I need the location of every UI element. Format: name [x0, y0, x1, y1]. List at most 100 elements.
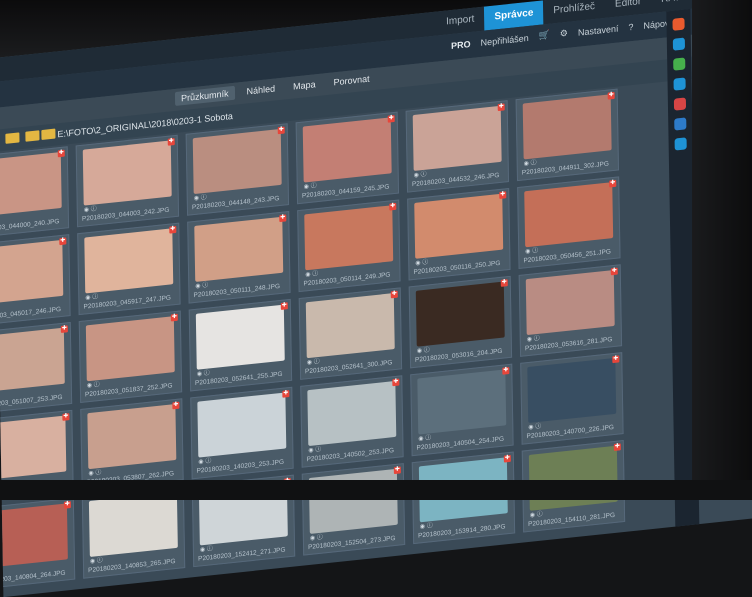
- thumbnail[interactable]: ✚ ◉ ⓘ P20180203_140203_253.JPG: [190, 386, 294, 480]
- thumbnail-image[interactable]: [304, 205, 394, 271]
- thumbnail-image[interactable]: [82, 140, 172, 206]
- settings-button[interactable]: Nastavení: [578, 23, 619, 37]
- thumbnail[interactable]: ✚ ◉ ⓘ P20180203_140504_254.JPG: [410, 363, 514, 457]
- compare-button[interactable]: Porovnat: [327, 71, 375, 90]
- thumbnail-image[interactable]: [197, 392, 287, 458]
- thumbnail-image[interactable]: [305, 293, 395, 359]
- thumbnail[interactable]: ✚ ◉ ⓘ P20180203_044159_245.JPG: [295, 111, 400, 205]
- thumbnail[interactable]: ✚ ◉ ⓘ P20180203_044148_243.JPG: [185, 123, 290, 216]
- thumbnail-image[interactable]: [0, 327, 65, 393]
- thumbnail-image[interactable]: [307, 380, 397, 447]
- tag-icon[interactable]: ✚: [390, 290, 398, 299]
- tag-icon[interactable]: ✚: [170, 313, 178, 322]
- app-icon[interactable]: [673, 97, 687, 111]
- thumbnail[interactable]: ✚ ◉ ⓘ P20180203_152504_273.JPG: [301, 463, 406, 556]
- thumbnail-image[interactable]: [527, 357, 617, 423]
- thumbnail[interactable]: ✚ ◉ ⓘ P20180203_052641_255.JPG: [188, 298, 293, 392]
- tag-icon[interactable]: ✚: [613, 443, 621, 452]
- map-button[interactable]: Mapa: [287, 77, 322, 95]
- app-icon[interactable]: [674, 117, 687, 131]
- thumbnail-image[interactable]: [0, 503, 68, 569]
- tag-icon[interactable]: ✚: [63, 501, 71, 509]
- thumbnail[interactable]: ✚ ◉ ⓘ P20180203_051837_252.JPG: [78, 310, 183, 404]
- folder-icon[interactable]: [5, 132, 20, 144]
- tag-icon[interactable]: ✚: [279, 214, 287, 223]
- thumbnail-image[interactable]: [0, 152, 62, 218]
- tag-icon[interactable]: ✚: [277, 126, 285, 135]
- tag-icon[interactable]: ✚: [282, 390, 290, 398]
- tag-icon[interactable]: ✚: [503, 454, 511, 463]
- thumbnail[interactable]: ✚ ◉ ⓘ P20180203_140700_226.JPG: [520, 352, 624, 445]
- app-icon[interactable]: [672, 17, 685, 31]
- app-icon[interactable]: [673, 57, 686, 71]
- tag-icon[interactable]: ✚: [169, 225, 177, 234]
- tag-icon[interactable]: ✚: [502, 366, 510, 375]
- tag-icon[interactable]: ✚: [387, 114, 395, 123]
- thumbnail[interactable]: ✚◉ ⓘP20180203_044000_240.JPG: [0, 146, 70, 239]
- thumbnail[interactable]: ✚ ◉ ⓘ P20180203_044532_246.JPG: [405, 100, 510, 193]
- thumbnail-image[interactable]: [0, 239, 64, 306]
- thumbnail-image[interactable]: [308, 468, 398, 534]
- tag-icon[interactable]: ✚: [500, 279, 508, 287]
- thumbnail-image[interactable]: [302, 117, 392, 183]
- thumbnail-image[interactable]: [525, 270, 615, 336]
- thumbnail-image[interactable]: [522, 94, 612, 160]
- thumbnail-image[interactable]: [528, 445, 618, 511]
- thumbnail[interactable]: ✚ ◉ ⓘ P20180203_045917_247.JPG: [77, 222, 181, 316]
- app-icon[interactable]: [672, 37, 686, 51]
- app-icon[interactable]: [674, 137, 687, 151]
- tag-icon[interactable]: ✚: [57, 149, 65, 158]
- thumbnail[interactable]: ✚ ◉ ⓘ P20180203_044911_302.JPG: [515, 88, 620, 182]
- thumbnail[interactable]: ✚ ◉ ⓘ P20180203_050111_248.JPG: [187, 211, 291, 304]
- tag-icon[interactable]: ✚: [610, 267, 618, 276]
- tag-icon[interactable]: ✚: [607, 91, 615, 100]
- thumbnail-image[interactable]: [88, 491, 178, 558]
- thumbnail-image[interactable]: [412, 105, 502, 171]
- thumbnail-image[interactable]: [87, 404, 177, 470]
- tag-icon[interactable]: ✚: [172, 401, 180, 410]
- tag-icon[interactable]: ✚: [389, 202, 397, 211]
- thumbnail[interactable]: ✚ ◉ ⓘ P20180203_044003_242.JPG: [75, 134, 180, 228]
- preview-button[interactable]: Náhled: [240, 81, 281, 99]
- thumbnail-image[interactable]: [417, 369, 507, 435]
- thumbnail-image[interactable]: [195, 304, 285, 370]
- thumbnail-image[interactable]: [84, 228, 174, 294]
- tag-icon[interactable]: ✚: [59, 237, 67, 246]
- tag-icon[interactable]: ✚: [280, 302, 288, 310]
- folder-icon[interactable]: [25, 130, 40, 142]
- thumbnail-image[interactable]: [192, 128, 282, 195]
- thumbnail-image[interactable]: [194, 216, 284, 282]
- thumbnail[interactable]: ✚◉ ⓘP20180203_140853_265.JPG: [81, 486, 186, 579]
- thumbnail[interactable]: ✚ ◉ ⓘ P20180203_053016_204.JPG: [408, 275, 513, 369]
- explorer-button[interactable]: Průzkumník: [174, 85, 235, 107]
- gear-icon[interactable]: ⚙: [560, 28, 568, 40]
- tag-icon[interactable]: ✚: [62, 413, 70, 421]
- tag-icon[interactable]: ✚: [60, 325, 68, 334]
- tag-icon[interactable]: ✚: [497, 103, 505, 112]
- thumbnail-image[interactable]: [0, 415, 67, 481]
- tag-icon[interactable]: ✚: [499, 191, 507, 200]
- help-icon[interactable]: ?: [628, 21, 633, 32]
- thumbnail[interactable]: ✚◉ ⓘP20180203_045017_246.JPG: [0, 234, 71, 327]
- thumbnail[interactable]: ✚◉ ⓘP20180203_051007_253.JPG: [0, 321, 73, 415]
- thumbnail[interactable]: ✚ ◉ ⓘ P20180203_050116_250.JPG: [407, 187, 511, 281]
- login-menu[interactable]: Nepřihlášen: [481, 32, 529, 47]
- thumbnail[interactable]: ✚◉ ⓘP20180203_140804_264.JPG: [0, 497, 76, 591]
- tag-icon[interactable]: ✚: [392, 378, 400, 387]
- thumbnail-image[interactable]: [414, 193, 504, 259]
- tag-icon[interactable]: ✚: [609, 179, 617, 188]
- thumbnail-image[interactable]: [85, 316, 175, 382]
- thumbnail-image[interactable]: [524, 182, 614, 248]
- app-icon[interactable]: [673, 77, 686, 91]
- thumbnail[interactable]: ✚ ◉ ⓘ P20180203_140502_253.JPG: [300, 375, 404, 468]
- cart-icon[interactable]: 🛒: [539, 30, 550, 42]
- thumbnail[interactable]: ✚ ◉ ⓘ P20180203_053807_262.JPG: [80, 398, 184, 491]
- thumbnail-image[interactable]: [415, 281, 505, 347]
- thumbnail[interactable]: ✚ ◉ ⓘ P20180203_050456_251.JPG: [517, 176, 621, 269]
- thumbnail[interactable]: ✚ ◉ ⓘ P20180203_053616_281.JPG: [518, 264, 623, 357]
- thumbnail[interactable]: ✚ ◉ ⓘ P20180203_050114_249.JPG: [297, 199, 401, 293]
- tag-icon[interactable]: ✚: [612, 355, 620, 364]
- tag-icon[interactable]: ✚: [167, 138, 175, 146]
- tag-icon[interactable]: ✚: [393, 466, 401, 475]
- thumbnail[interactable]: ✚ ◉ ⓘ P20180203_052641_300.JPG: [298, 287, 403, 380]
